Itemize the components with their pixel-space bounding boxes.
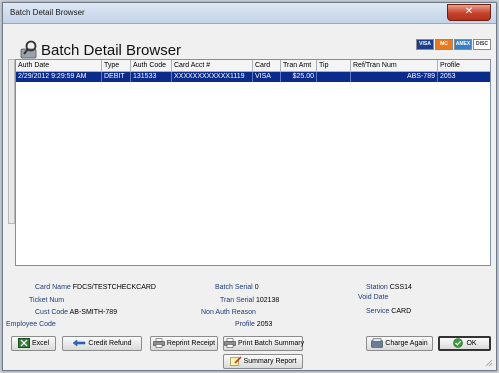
cell-card-acct: XXXXXXXXXXXX1119: [172, 72, 253, 82]
col-tip[interactable]: Tip: [317, 60, 351, 71]
cell-type: DEBIT: [102, 72, 131, 82]
card-logo-disc: DISC: [473, 39, 491, 50]
station-field: Station CSS14: [366, 284, 412, 291]
card-name-field: Card Name FDCS/TESTCHECKCARD: [35, 284, 156, 291]
magnifier-card-icon: [20, 40, 37, 59]
card-logo-visa: VISA: [416, 39, 434, 50]
non-auth-reason-label: Non Auth Reason: [201, 309, 256, 316]
tran-serial-value: 102138: [255, 297, 280, 304]
summary-report-label: Summary Report: [243, 358, 297, 365]
cust-code-value: AB-SMITH-789: [69, 309, 118, 316]
profile-label: Profile: [235, 321, 255, 328]
non-auth-reason-field: Non Auth Reason: [201, 309, 256, 316]
profile-field: Profile 2053: [235, 321, 272, 328]
card-logos: VISA MC AMEX DISC: [416, 39, 491, 50]
col-type[interactable]: Type: [102, 60, 131, 71]
station-label: Station: [366, 284, 388, 291]
charge-again-button[interactable]: Charge Again: [366, 336, 433, 351]
ticket-num-label: Ticket Num: [29, 297, 65, 304]
ticket-num-field: Ticket Num: [29, 297, 64, 304]
void-date-field: Void Date: [358, 294, 388, 301]
cust-code-field: Cust Code AB-SMITH-789: [35, 309, 117, 316]
summary-report-button[interactable]: Summary Report: [223, 354, 303, 369]
printer-icon: [224, 338, 236, 348]
cell-auth-date: 2/29/2012 9:29:59 AM: [16, 72, 102, 82]
col-card[interactable]: Card: [253, 60, 281, 71]
station-value: CSS14: [389, 284, 412, 291]
employee-code-label: Employee Code: [6, 321, 56, 328]
credit-refund-button[interactable]: Credit Refund: [62, 336, 142, 351]
profile-value: 2053: [256, 321, 273, 328]
tran-serial-label: Tran Serial: [220, 297, 254, 304]
cell-card: VISA: [253, 72, 281, 82]
col-profile[interactable]: Profile: [438, 60, 490, 71]
arrow-left-icon: [72, 339, 86, 347]
check-icon: [453, 338, 464, 348]
cell-tran-amt: $25.00: [281, 72, 317, 82]
ok-button[interactable]: OK: [438, 336, 491, 351]
window-title: Batch Detail Browser: [10, 8, 85, 17]
card-name-label: Card Name: [35, 284, 71, 291]
excel-icon: [17, 338, 30, 349]
report-pencil-icon: [229, 356, 242, 366]
card-reader-icon: [371, 338, 384, 348]
excel-button[interactable]: Excel: [11, 336, 56, 351]
charge-again-label: Charge Again: [385, 340, 428, 347]
cell-profile: 2053: [438, 72, 490, 82]
page-title: Batch Detail Browser: [41, 42, 182, 59]
ok-label: OK: [466, 340, 477, 347]
side-scrollbar[interactable]: [8, 59, 15, 224]
batch-grid[interactable]: Auth Date Type Auth Code Card Acct # Car…: [15, 59, 491, 266]
print-batch-summary-label: Print Batch Summary: [238, 340, 305, 347]
table-row[interactable]: 2/29/2012 9:29:59 AM DEBIT 131533 XXXXXX…: [16, 72, 490, 82]
batch-detail-window: Batch Detail Browser ✕ Batch Detail Brow…: [2, 2, 497, 371]
batch-serial-label: Batch Serial: [215, 284, 253, 291]
batch-serial-field: Batch Serial 0: [215, 284, 259, 291]
reprint-receipt-label: Reprint Receipt: [166, 340, 216, 347]
card-logo-mc: MC: [435, 39, 453, 50]
tran-serial-field: Tran Serial 102138: [220, 297, 279, 304]
title-bar[interactable]: Batch Detail Browser ✕: [3, 3, 496, 24]
card-name-value: FDCS/TESTCHECKCARD: [72, 284, 156, 291]
credit-refund-label: Credit Refund: [88, 340, 132, 347]
cell-tip: [317, 72, 351, 82]
card-logo-amex: AMEX: [454, 39, 472, 50]
col-card-acct[interactable]: Card Acct #: [172, 60, 253, 71]
col-auth-date[interactable]: Auth Date: [16, 60, 102, 71]
cust-code-label: Cust Code: [35, 309, 69, 316]
resize-grip-icon[interactable]: [485, 359, 493, 367]
close-button[interactable]: ✕: [447, 4, 491, 21]
void-date-label: Void Date: [358, 294, 389, 301]
print-batch-summary-button[interactable]: Print Batch Summary: [223, 336, 305, 351]
col-tran-amt[interactable]: Tran Amt: [281, 60, 317, 71]
col-ref-tran-num[interactable]: Ref/Tran Num: [351, 60, 438, 71]
excel-label: Excel: [31, 340, 50, 347]
cell-auth-code: 131533: [131, 72, 172, 82]
service-value: CARD: [391, 308, 412, 315]
col-auth-code[interactable]: Auth Code: [131, 60, 172, 71]
cell-ref-tran-num: ABS-789: [351, 72, 438, 82]
service-label: Service: [366, 308, 390, 315]
service-field: Service CARD: [366, 308, 411, 315]
batch-serial-value: 0: [254, 284, 259, 291]
reprint-receipt-button[interactable]: Reprint Receipt: [150, 336, 218, 351]
employee-code-field: Employee Code: [6, 321, 56, 328]
grid-header: Auth Date Type Auth Code Card Acct # Car…: [16, 60, 490, 72]
printer-icon: [153, 338, 165, 348]
